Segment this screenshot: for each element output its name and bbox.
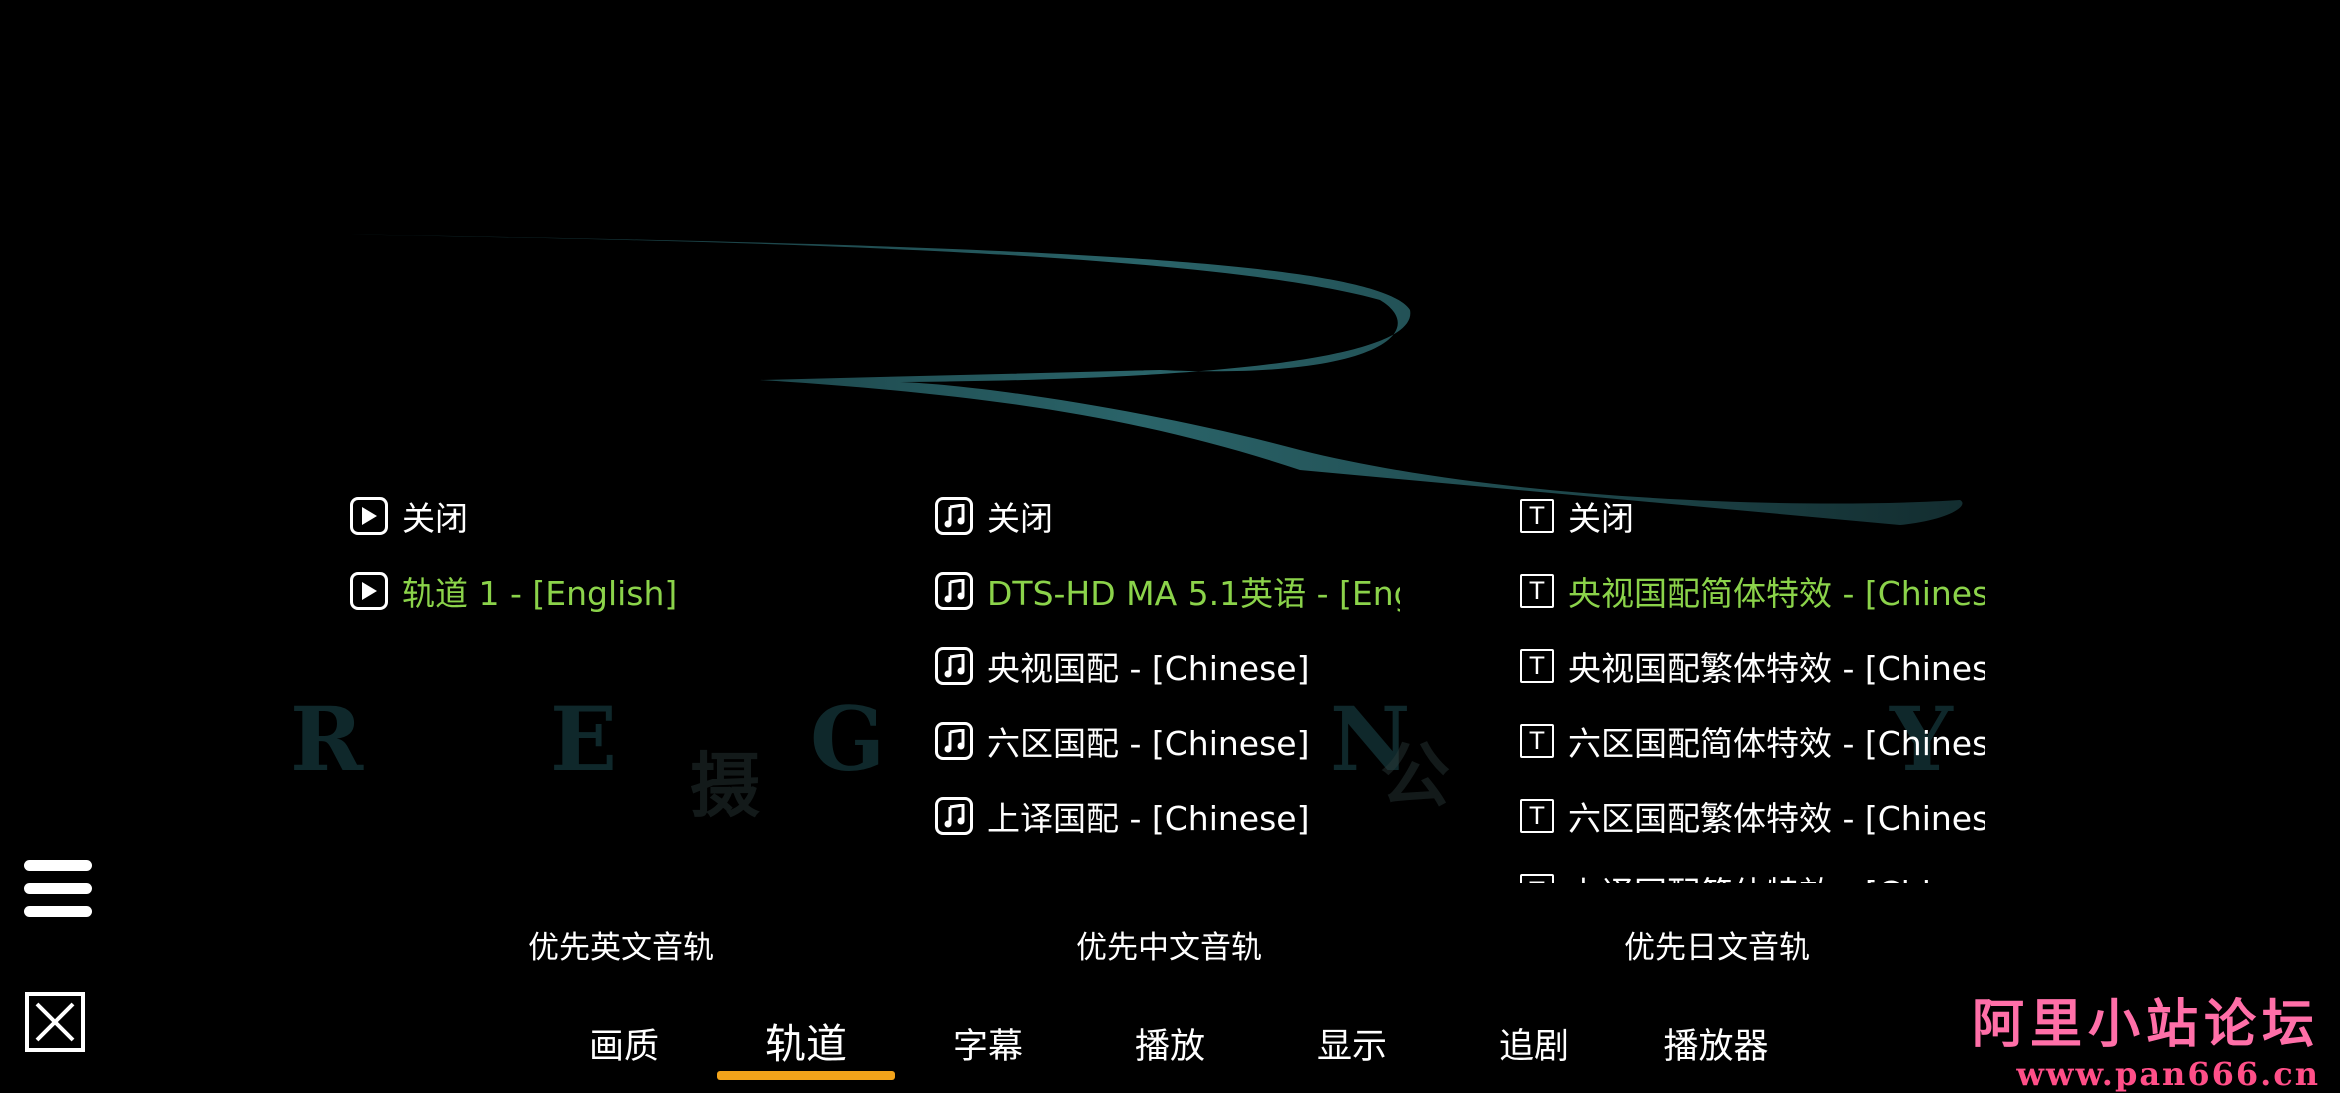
- music-note-icon: [935, 721, 973, 760]
- prefer-chinese-audio-button[interactable]: 优先中文音轨: [969, 922, 1369, 970]
- tab-tracks[interactable]: 轨道: [765, 1010, 847, 1070]
- svg-text:摄: 摄: [690, 744, 760, 827]
- subtitle-track-3[interactable]: T 六区国配简体特效 - [Chinese: [1520, 703, 1985, 778]
- subtitle-track-4[interactable]: T 六区国配繁体特效 - [Chinese: [1520, 778, 1985, 853]
- watermark: 阿里小站论坛 www.pan666.cn: [1972, 982, 2320, 1093]
- track-label: 上译国配 - [Chinese]: [987, 798, 1310, 838]
- video-track-list: 关闭 轨道 1 - [English]: [350, 478, 870, 628]
- text-t-icon: T: [1520, 723, 1554, 758]
- text-t-icon: T: [1520, 873, 1554, 883]
- music-note-icon: [935, 796, 973, 835]
- track-label: 关闭: [402, 498, 468, 538]
- prefer-japanese-audio-button[interactable]: 优先日文音轨: [1517, 922, 1917, 970]
- tab-display[interactable]: 显示: [1317, 1018, 1387, 1069]
- text-t-icon: T: [1520, 573, 1554, 608]
- track-label: 关闭: [987, 498, 1053, 538]
- text-t-icon: T: [1520, 798, 1554, 833]
- track-label: 关闭: [1568, 498, 1634, 538]
- tab-subtitles[interactable]: 字幕: [953, 1018, 1023, 1069]
- tab-playback[interactable]: 播放: [1135, 1018, 1205, 1069]
- music-note-icon: [935, 496, 973, 535]
- track-label: DTS-HD MA 5.1英语 - [Engli: [987, 573, 1400, 613]
- audio-track-1[interactable]: DTS-HD MA 5.1英语 - [Engli: [935, 553, 1400, 628]
- subtitle-track-off[interactable]: T 关闭: [1520, 478, 1985, 553]
- text-t-icon: T: [1520, 648, 1554, 683]
- audio-track-list: 关闭 DTS-HD MA 5.1英语 - [Engli 央视国配 - [Chin…: [935, 478, 1400, 853]
- svg-text:E: E: [550, 687, 617, 791]
- watermark-url: www.pan666.cn: [2016, 1055, 2320, 1093]
- video-track-1[interactable]: 轨道 1 - [English]: [350, 553, 870, 628]
- subtitle-track-2[interactable]: T 央视国配繁体特效 - [Chinese: [1520, 628, 1985, 703]
- music-note-icon: [935, 571, 973, 610]
- tab-player[interactable]: 播放器: [1663, 1018, 1768, 1069]
- svg-text:R: R: [290, 687, 364, 791]
- track-label: 央视国配繁体特效 - [Chinese: [1568, 648, 1985, 688]
- play-box-icon: [350, 496, 388, 535]
- audio-track-3[interactable]: 六区国配 - [Chinese]: [935, 703, 1400, 778]
- hamburger-menu-icon[interactable]: [24, 860, 92, 920]
- text-t-icon: T: [1520, 498, 1554, 533]
- prefer-english-audio-button[interactable]: 优先英文音轨: [421, 922, 821, 970]
- track-label: 六区国配繁体特效 - [Chinese: [1568, 798, 1985, 838]
- video-track-off[interactable]: 关闭: [350, 478, 870, 553]
- watermark-title: 阿里小站论坛: [1971, 994, 2320, 1055]
- audio-track-4[interactable]: 上译国配 - [Chinese]: [935, 778, 1400, 853]
- track-label: 央视国配 - [Chinese]: [987, 648, 1310, 688]
- active-tab-indicator: [717, 1071, 895, 1080]
- play-box-icon: [350, 571, 388, 610]
- subtitle-track-list[interactable]: T 关闭 T 央视国配简体特效 - [Chinese T 央视国配繁体特效 - …: [1520, 478, 1985, 883]
- svg-text:G: G: [810, 687, 885, 791]
- track-label: 轨道 1 - [English]: [402, 573, 678, 613]
- track-label: 六区国配简体特效 - [Chinese: [1568, 723, 1985, 763]
- tab-binge[interactable]: 追剧: [1499, 1018, 1569, 1069]
- track-label: 央视国配简体特效 - [Chinese: [1568, 573, 1985, 613]
- track-label: 上译国配简体特效 - [Chinese: [1568, 867, 1985, 884]
- close-box-icon[interactable]: [25, 992, 85, 1052]
- tab-picture-quality[interactable]: 画质: [589, 1018, 659, 1069]
- music-note-icon: [935, 646, 973, 685]
- audio-track-2[interactable]: 央视国配 - [Chinese]: [935, 628, 1400, 703]
- track-label: 六区国配 - [Chinese]: [987, 723, 1310, 763]
- subtitle-track-1[interactable]: T 央视国配简体特效 - [Chinese: [1520, 553, 1985, 628]
- subtitle-track-5[interactable]: T 上译国配简体特效 - [Chinese: [1520, 853, 1985, 883]
- audio-track-off[interactable]: 关闭: [935, 478, 1400, 553]
